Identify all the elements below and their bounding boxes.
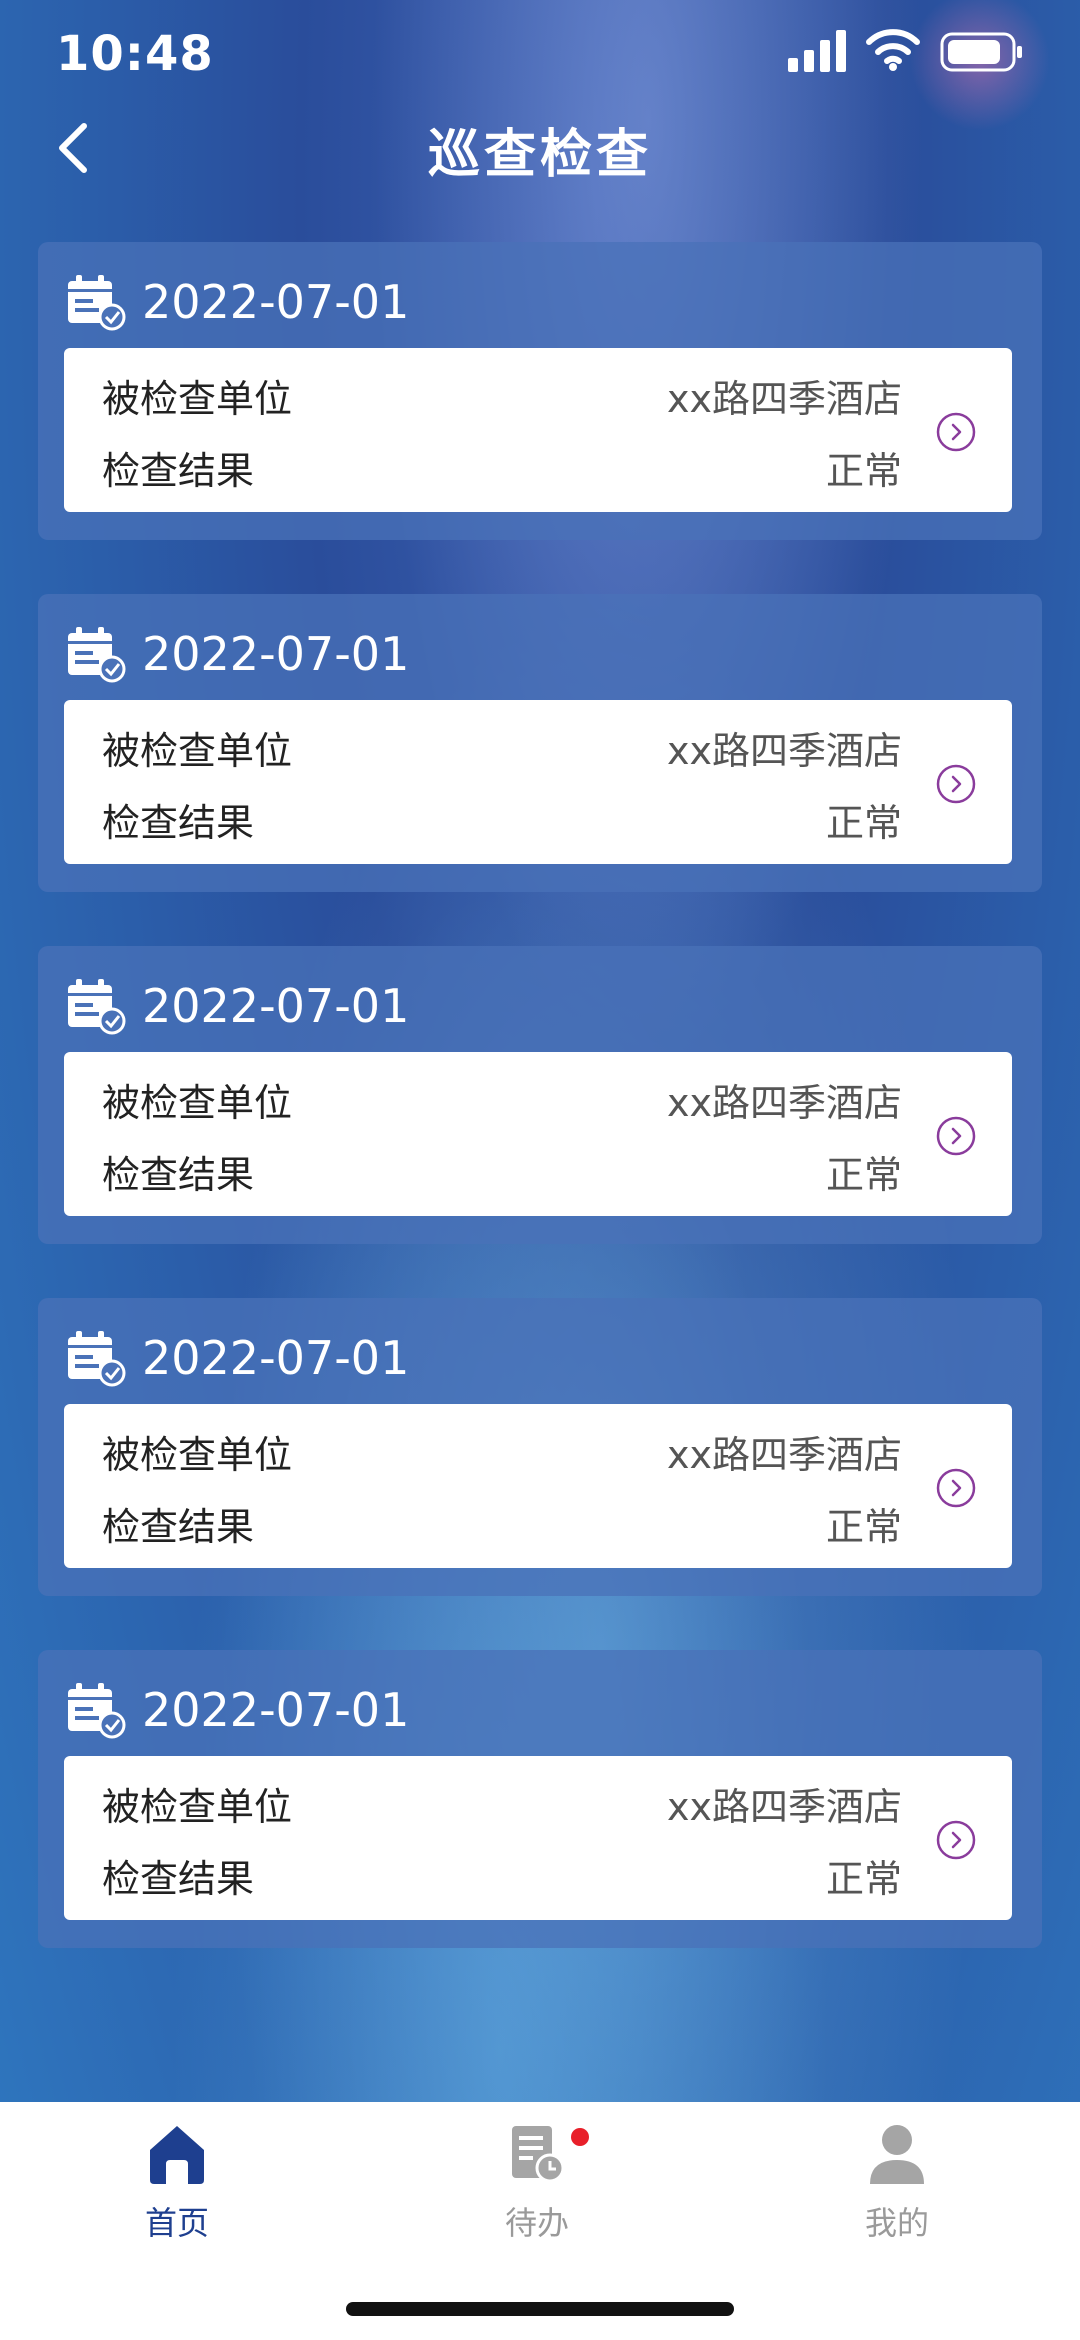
inspection-result-label: 检查结果 — [102, 1152, 255, 1197]
inspection-result-label: 检查结果 — [102, 1856, 255, 1901]
wifi-icon — [866, 29, 920, 71]
inspected-unit-value: xx路四季酒店 — [667, 1784, 902, 1829]
notification-badge — [571, 2128, 589, 2146]
inspection-result-value: 正常 — [825, 1856, 902, 1901]
chevron-right-circle-icon[interactable] — [936, 764, 976, 804]
inspected-unit-row: 被检查单位 xx路四季酒店 — [102, 1426, 902, 1477]
inspection-result-label: 检查结果 — [102, 448, 255, 493]
chevron-right-circle-icon[interactable] — [936, 412, 976, 452]
tab-me[interactable]: 我的 — [797, 2120, 997, 2244]
inspected-unit-value: xx路四季酒店 — [667, 1432, 902, 1477]
inspection-result-row: 检查结果 正常 — [102, 1146, 902, 1197]
inspection-result-row: 检查结果 正常 — [102, 442, 902, 493]
tab-todo-label: 待办 — [504, 2204, 569, 2242]
inspected-unit-label: 被检查单位 — [102, 728, 293, 773]
inspection-result-value: 正常 — [825, 800, 902, 845]
record-date-row: 2022-07-01 — [66, 974, 409, 1038]
record-detail-panel[interactable]: 被检查单位 xx路四季酒店 检查结果 正常 — [64, 1756, 1012, 1920]
status-bar: 10:48 — [0, 0, 1080, 110]
inspection-result-row: 检查结果 正常 — [102, 1850, 902, 1901]
record-date-row: 2022-07-01 — [66, 270, 409, 334]
inspected-unit-row: 被检查单位 xx路四季酒店 — [102, 370, 902, 421]
status-time: 10:48 — [56, 26, 214, 82]
record-date: 2022-07-01 — [142, 275, 410, 329]
record-date: 2022-07-01 — [142, 627, 410, 681]
record-date: 2022-07-01 — [142, 979, 410, 1033]
home-icon — [150, 2126, 204, 2184]
inspected-unit-row: 被检查单位 xx路四季酒店 — [102, 722, 902, 773]
tab-home-label: 首页 — [144, 2204, 209, 2242]
inspection-record-card: 2022-07-01 被检查单位 xx路四季酒店 检查结果 正常 — [38, 1650, 1042, 1948]
record-date-row: 2022-07-01 — [66, 1326, 409, 1390]
calendar-check-icon — [68, 1683, 126, 1739]
record-date-row: 2022-07-01 — [66, 1678, 409, 1742]
todo-document-icon — [512, 2126, 565, 2183]
inspected-unit-value: xx路四季酒店 — [667, 1080, 902, 1125]
inspection-record-card: 2022-07-01 被检查单位 xx路四季酒店 检查结果 正常 — [38, 594, 1042, 892]
calendar-check-icon — [68, 979, 126, 1035]
inspected-unit-label: 被检查单位 — [102, 1080, 293, 1125]
record-date-row: 2022-07-01 — [66, 622, 409, 686]
calendar-check-icon — [68, 1331, 126, 1387]
chevron-right-circle-icon[interactable] — [936, 1820, 976, 1860]
record-detail-panel[interactable]: 被检查单位 xx路四季酒店 检查结果 正常 — [64, 700, 1012, 864]
inspection-result-value: 正常 — [825, 1152, 902, 1197]
battery-icon — [940, 32, 1022, 72]
chevron-right-circle-icon[interactable] — [936, 1116, 976, 1156]
inspection-record-card: 2022-07-01 被检查单位 xx路四季酒店 检查结果 正常 — [38, 242, 1042, 540]
inspection-result-row: 检查结果 正常 — [102, 794, 902, 845]
record-date: 2022-07-01 — [142, 1683, 410, 1737]
inspection-record-card: 2022-07-01 被检查单位 xx路四季酒店 检查结果 正常 — [38, 1298, 1042, 1596]
calendar-check-icon — [68, 275, 126, 331]
inspected-unit-value: xx路四季酒店 — [667, 376, 902, 421]
chevron-right-circle-icon[interactable] — [936, 1468, 976, 1508]
record-detail-panel[interactable]: 被检查单位 xx路四季酒店 检查结果 正常 — [64, 348, 1012, 512]
user-icon — [870, 2125, 924, 2184]
record-detail-panel[interactable]: 被检查单位 xx路四季酒店 检查结果 正常 — [64, 1052, 1012, 1216]
tab-todo[interactable]: 待办 — [437, 2120, 637, 2244]
inspection-result-row: 检查结果 正常 — [102, 1498, 902, 1549]
inspected-unit-row: 被检查单位 xx路四季酒店 — [102, 1778, 902, 1829]
inspection-result-label: 检查结果 — [102, 800, 255, 845]
calendar-check-icon — [68, 627, 126, 683]
inspected-unit-row: 被检查单位 xx路四季酒店 — [102, 1074, 902, 1125]
page-title: 巡查检查 — [427, 125, 652, 185]
tab-me-label: 我的 — [864, 2204, 929, 2242]
record-detail-panel[interactable]: 被检查单位 xx路四季酒店 检查结果 正常 — [64, 1404, 1012, 1568]
cellular-signal-icon — [788, 30, 846, 72]
tab-home[interactable]: 首页 — [77, 2120, 277, 2244]
inspected-unit-label: 被检查单位 — [102, 1432, 293, 1477]
inspected-unit-value: xx路四季酒店 — [667, 728, 902, 773]
inspection-result-value: 正常 — [825, 448, 902, 493]
inspection-record-card: 2022-07-01 被检查单位 xx路四季酒店 检查结果 正常 — [38, 946, 1042, 1244]
home-indicator — [346, 2302, 734, 2316]
inspection-result-value: 正常 — [825, 1504, 902, 1549]
inspected-unit-label: 被检查单位 — [102, 376, 293, 421]
inspection-result-label: 检查结果 — [102, 1504, 255, 1549]
record-date: 2022-07-01 — [142, 1331, 410, 1385]
inspected-unit-label: 被检查单位 — [102, 1784, 293, 1829]
inspection-record-list: 2022-07-01 被检查单位 xx路四季酒店 检查结果 正常 2022-07… — [38, 242, 1042, 2002]
